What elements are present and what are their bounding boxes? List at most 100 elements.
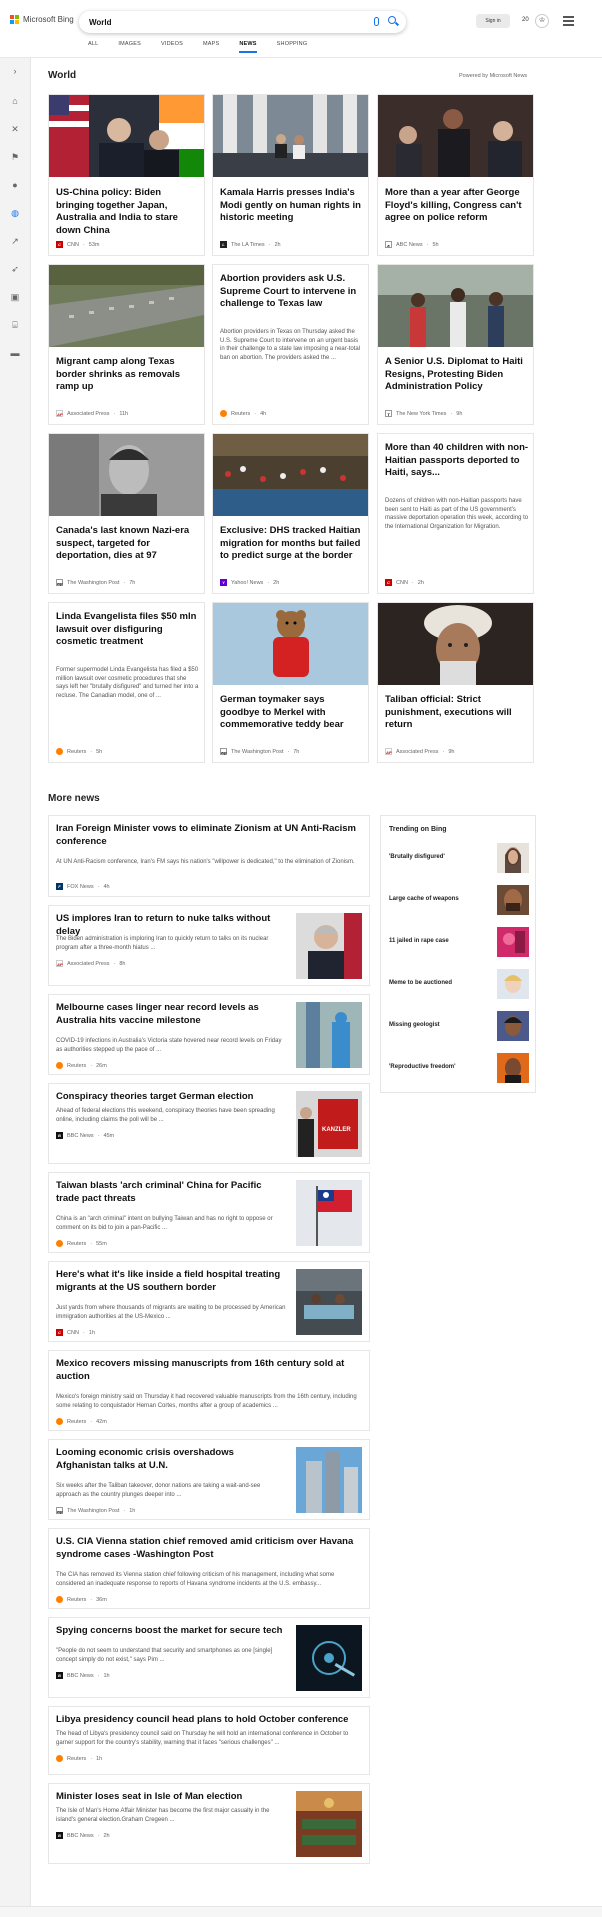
- trending-label[interactable]: Meme to be auctioned: [389, 980, 452, 986]
- source-name: BBC News: [67, 1832, 94, 1839]
- tab-maps[interactable]: MAPS: [203, 41, 219, 53]
- news-source: wp The Washington Post · 7h: [56, 579, 136, 586]
- news-image: [49, 434, 204, 516]
- tab-shopping[interactable]: SHOPPING: [277, 41, 308, 53]
- news-time: 7h: [129, 579, 136, 586]
- trending-label[interactable]: 11 jailed in rape case: [389, 938, 449, 944]
- trending-label[interactable]: Large cache of weapons: [389, 896, 459, 902]
- news-time: 1h: [88, 1329, 95, 1336]
- media-icon[interactable]: ▣: [10, 292, 20, 302]
- rewards-points[interactable]: 20: [522, 17, 529, 23]
- news-card[interactable]: Exclusive: DHS tracked Haitian migration…: [212, 433, 369, 594]
- news-list-item[interactable]: US implores Iran to return to nuke talks…: [48, 905, 370, 986]
- news-title[interactable]: Looming economic crisis overshadows Afgh…: [56, 1447, 286, 1472]
- news-card[interactable]: Kamala Harris presses India's Modi gentl…: [212, 94, 369, 256]
- trending-item[interactable]: 'Reproductive freedom': [389, 1053, 529, 1083]
- sign-in-button[interactable]: Sign in: [476, 14, 510, 28]
- news-title[interactable]: Here's what it's like inside a field hos…: [56, 1269, 286, 1294]
- news-title[interactable]: US-China policy: Biden bringing together…: [56, 187, 200, 237]
- search-icon[interactable]: [388, 16, 396, 24]
- trending-label[interactable]: Missing geologist: [389, 1022, 440, 1028]
- news-card[interactable]: More than 40 children with non-Haitian p…: [377, 433, 534, 594]
- news-title[interactable]: Libya presidency council head plans to h…: [56, 1714, 361, 1727]
- news-card[interactable]: Abortion providers ask U.S. Supreme Cour…: [212, 264, 369, 425]
- news-title[interactable]: Kamala Harris presses India's Modi gentl…: [220, 187, 364, 225]
- trending-item[interactable]: 'Brutally disfigured': [389, 843, 529, 873]
- tab-news[interactable]: NEWS: [239, 41, 257, 53]
- trending-thumbnail: [497, 1053, 529, 1083]
- hamburger-menu-icon[interactable]: [563, 16, 574, 28]
- news-title[interactable]: Iran Foreign Minister vows to eliminate …: [56, 823, 361, 848]
- news-image: [213, 434, 368, 516]
- rewards-icon[interactable]: ♔: [535, 14, 549, 28]
- news-list-item[interactable]: U.S. CIA Vienna station chief removed am…: [48, 1528, 370, 1609]
- home-icon[interactable]: ⌂: [10, 96, 20, 106]
- news-title[interactable]: Mexico recovers missing manuscripts from…: [56, 1358, 361, 1383]
- news-title[interactable]: Spying concerns boost the market for sec…: [56, 1625, 286, 1638]
- news-list-item[interactable]: Mexico recovers missing manuscripts from…: [48, 1350, 370, 1431]
- news-title[interactable]: Exclusive: DHS tracked Haitian migration…: [220, 525, 364, 563]
- news-title[interactable]: A Senior U.S. Diplomat to Haiti Resigns,…: [385, 356, 529, 394]
- news-card[interactable]: US-China policy: Biden bringing together…: [48, 94, 205, 256]
- news-title[interactable]: Minister loses seat in Isle of Man elect…: [56, 1791, 286, 1804]
- news-title[interactable]: Taiwan blasts 'arch criminal' China for …: [56, 1180, 286, 1205]
- trending-label[interactable]: 'Brutally disfigured': [389, 854, 445, 860]
- news-title[interactable]: Linda Evangelista files $50 mln lawsuit …: [56, 611, 200, 649]
- news-card[interactable]: More than a year after George Floyd's ki…: [377, 94, 534, 256]
- news-title[interactable]: Taliban official: Strict punishment, exe…: [385, 694, 529, 732]
- news-title[interactable]: Migrant camp along Texas border shrinks …: [56, 356, 200, 394]
- flag-icon[interactable]: ⚑: [10, 152, 20, 162]
- news-time: 9h: [448, 748, 455, 755]
- search-box[interactable]: World: [79, 11, 406, 33]
- news-title[interactable]: Canada's last known Nazi-era suspect, ta…: [56, 525, 200, 563]
- bing-logo[interactable]: Microsoft Bing: [10, 15, 74, 24]
- news-title[interactable]: More than 40 children with non-Haitian p…: [385, 442, 529, 480]
- source-name: BBC News: [67, 1132, 94, 1139]
- tab-videos[interactable]: VIDEOS: [161, 41, 183, 53]
- news-card[interactable]: Migrant camp along Texas border shrinks …: [48, 264, 205, 425]
- trending-item[interactable]: 11 jailed in rape case: [389, 927, 529, 957]
- news-source: B BBC News · 2h: [56, 1832, 110, 1839]
- news-list-item[interactable]: Melbourne cases linger near record level…: [48, 994, 370, 1075]
- news-card[interactable]: German toymaker says goodbye to Merkel w…: [212, 602, 369, 763]
- trending-item[interactable]: Large cache of weapons: [389, 885, 529, 915]
- news-source: wp The Washington Post · 7h: [220, 748, 300, 755]
- news-card[interactable]: Canada's last known Nazi-era suspect, ta…: [48, 433, 205, 594]
- bank-icon[interactable]: ⌸: [10, 320, 20, 330]
- search-input[interactable]: World: [89, 18, 112, 27]
- card-icon[interactable]: ▬: [10, 348, 20, 358]
- news-title[interactable]: Abortion providers ask U.S. Supreme Cour…: [220, 273, 364, 311]
- news-title[interactable]: More than a year after George Floyd's ki…: [385, 187, 529, 225]
- tools-icon[interactable]: ✕: [10, 124, 20, 134]
- rocket-icon[interactable]: ➶: [10, 264, 20, 274]
- chevron-right-icon[interactable]: ›: [10, 66, 20, 76]
- source-name: Yahoo! News: [231, 579, 264, 586]
- news-title[interactable]: U.S. CIA Vienna station chief removed am…: [56, 1536, 361, 1561]
- trending-label[interactable]: 'Reproductive freedom': [389, 1064, 456, 1070]
- washington-post-logo-icon: wp: [56, 1507, 63, 1514]
- news-card[interactable]: Linda Evangelista files $50 mln lawsuit …: [48, 602, 205, 763]
- news-list-item[interactable]: Libya presidency council head plans to h…: [48, 1706, 370, 1775]
- microphone-icon[interactable]: [374, 17, 379, 26]
- news-title[interactable]: Melbourne cases linger near record level…: [56, 1002, 286, 1027]
- location-icon[interactable]: ●: [10, 180, 20, 190]
- news-list-item[interactable]: Spying concerns boost the market for sec…: [48, 1617, 370, 1698]
- news-list-item[interactable]: Conspiracy theories target German electi…: [48, 1083, 370, 1164]
- source-name: Associated Press: [67, 410, 110, 417]
- news-list-item[interactable]: Looming economic crisis overshadows Afgh…: [48, 1439, 370, 1520]
- news-card[interactable]: Taliban official: Strict punishment, exe…: [377, 602, 534, 763]
- news-list-item[interactable]: Iran Foreign Minister vows to eliminate …: [48, 815, 370, 897]
- news-list-item[interactable]: Here's what it's like inside a field hos…: [48, 1261, 370, 1342]
- tab-images[interactable]: IMAGES: [118, 41, 141, 53]
- news-card[interactable]: A Senior U.S. Diplomat to Haiti Resigns,…: [377, 264, 534, 425]
- news-list-item[interactable]: Minister loses seat in Isle of Man elect…: [48, 1783, 370, 1864]
- news-title[interactable]: Conspiracy theories target German electi…: [56, 1091, 286, 1104]
- globe-icon[interactable]: ◍: [10, 208, 20, 218]
- news-list-item[interactable]: Taiwan blasts 'arch criminal' China for …: [48, 1172, 370, 1253]
- news-title[interactable]: German toymaker says goodbye to Merkel w…: [220, 694, 364, 732]
- tab-all[interactable]: ALL: [88, 41, 98, 53]
- trending-item[interactable]: Missing geologist: [389, 1011, 529, 1041]
- source-name: The LA Times: [231, 241, 265, 248]
- trending-item[interactable]: Meme to be auctioned: [389, 969, 529, 999]
- trending-icon[interactable]: ↗: [10, 236, 20, 246]
